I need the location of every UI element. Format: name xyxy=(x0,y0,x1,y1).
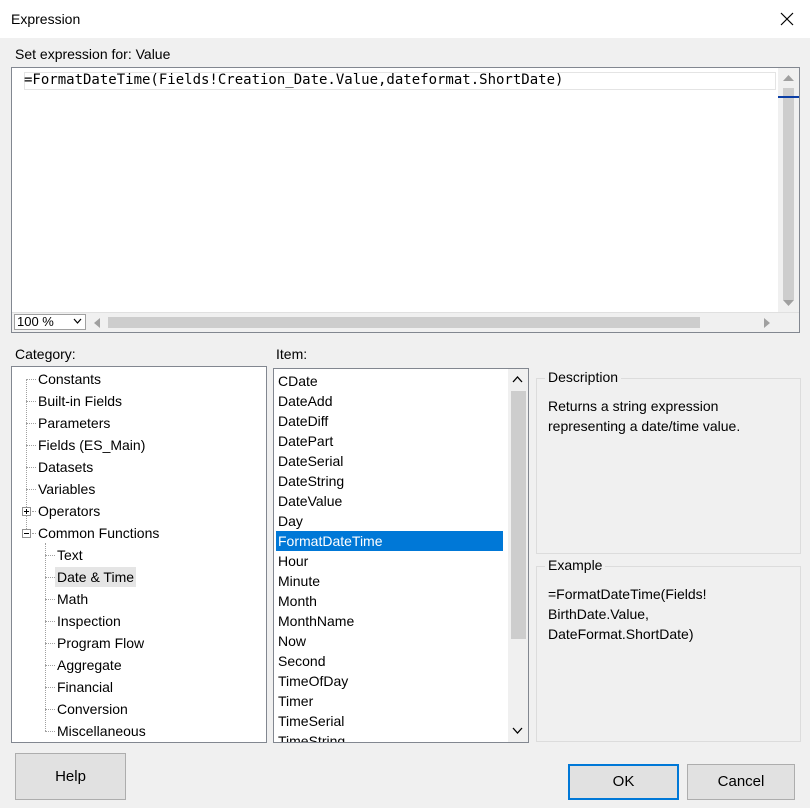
list-item[interactable]: DateAdd xyxy=(276,391,503,411)
editor-position-marker xyxy=(778,96,799,98)
tree-item-financial[interactable]: Financial xyxy=(57,677,113,697)
editor-vertical-thumb[interactable] xyxy=(783,88,794,300)
tree-item-common-functions[interactable]: Common Functions xyxy=(38,523,159,543)
zoom-select[interactable]: 100 % xyxy=(14,314,86,330)
chevron-down-icon xyxy=(73,318,82,324)
scroll-left-icon[interactable] xyxy=(93,318,100,328)
tree-item-variables[interactable]: Variables xyxy=(38,479,95,499)
list-item[interactable]: Month xyxy=(276,591,503,611)
list-item[interactable]: Timer xyxy=(276,691,503,711)
expression-editor[interactable]: =FormatDateTime(Fields!Creation_Date.Val… xyxy=(11,67,800,333)
list-item[interactable]: TimeOfDay xyxy=(276,671,503,691)
tree-item-text[interactable]: Text xyxy=(57,545,83,565)
editor-bottom-bar: 100 % xyxy=(12,312,799,332)
cancel-button[interactable]: Cancel xyxy=(687,764,795,800)
example-line: DateFormat.ShortDate) xyxy=(548,626,694,642)
list-item[interactable]: TimeSerial xyxy=(276,711,503,731)
list-item[interactable]: Minute xyxy=(276,571,503,591)
tree-item-fields[interactable]: Fields (ES_Main) xyxy=(38,435,145,455)
editor-vertical-scrollbar[interactable] xyxy=(778,68,799,314)
list-item[interactable]: Hour xyxy=(276,551,503,571)
list-item[interactable]: DatePart xyxy=(276,431,503,451)
tree-item-parameters[interactable]: Parameters xyxy=(38,413,110,433)
list-item[interactable]: DateString xyxy=(276,471,503,491)
tree-item-built-in-fields[interactable]: Built-in Fields xyxy=(38,391,122,411)
close-button[interactable] xyxy=(764,0,810,38)
tree-item-date-time[interactable]: Date & Time xyxy=(55,567,137,587)
list-item-selected[interactable]: FormatDateTime xyxy=(276,531,503,551)
window-title: Expression xyxy=(11,11,81,27)
collapse-common-functions-icon[interactable] xyxy=(22,529,31,538)
list-item[interactable]: DateSerial xyxy=(276,451,503,471)
close-icon xyxy=(780,12,794,26)
tree-item-conversion[interactable]: Conversion xyxy=(57,699,128,719)
list-item[interactable]: Day xyxy=(276,511,503,531)
ok-button[interactable]: OK xyxy=(568,764,679,800)
description-title: Description xyxy=(545,369,622,385)
category-tree[interactable]: Constants Built-in Fields Parameters Fie… xyxy=(11,366,267,743)
help-button[interactable]: Help xyxy=(15,753,126,800)
example-line: BirthDate.Value, xyxy=(548,606,649,622)
editor-horizontal-thumb[interactable] xyxy=(108,317,700,328)
list-item[interactable]: DateDiff xyxy=(276,411,503,431)
tree-item-program-flow[interactable]: Program Flow xyxy=(57,633,144,653)
title-bar: Expression xyxy=(0,0,810,38)
item-list-thumb[interactable] xyxy=(511,391,526,639)
list-item[interactable]: DateValue xyxy=(276,491,503,511)
tree-item-constants[interactable]: Constants xyxy=(38,369,101,389)
scroll-up-icon[interactable] xyxy=(783,74,794,82)
expression-label: Set expression for: Value xyxy=(15,46,171,62)
zoom-value: 100 % xyxy=(17,314,54,329)
tree-item-operators[interactable]: Operators xyxy=(38,501,100,521)
list-item[interactable]: MonthName xyxy=(276,611,503,631)
category-label: Category: xyxy=(15,346,76,362)
list-item[interactable]: CDate xyxy=(276,371,503,391)
expression-code[interactable]: =FormatDateTime(Fields!Creation_Date.Val… xyxy=(24,72,563,88)
scroll-down-icon[interactable] xyxy=(783,299,794,307)
tree-item-miscellaneous[interactable]: Miscellaneous xyxy=(57,721,146,741)
tree-item-math[interactable]: Math xyxy=(57,589,88,609)
list-item[interactable]: Now xyxy=(276,631,503,651)
item-label: Item: xyxy=(276,346,308,362)
item-list-scrollbar[interactable] xyxy=(508,369,528,742)
scroll-right-icon[interactable] xyxy=(764,318,771,328)
item-list[interactable]: CDate DateAdd DateDiff DatePart DateSeri… xyxy=(273,368,529,743)
description-group: Description Returns a string expression … xyxy=(536,369,801,554)
example-line: =FormatDateTime(Fields! xyxy=(548,586,707,602)
list-item[interactable]: TimeString xyxy=(276,731,503,742)
expand-operators-icon[interactable] xyxy=(22,507,31,516)
example-title: Example xyxy=(545,557,606,573)
example-group: Example =FormatDateTime(Fields! BirthDat… xyxy=(536,557,801,742)
tree-item-datasets[interactable]: Datasets xyxy=(38,457,93,477)
scroll-up-icon[interactable] xyxy=(512,375,523,383)
description-line: Returns a string expression xyxy=(548,398,719,414)
description-line: representing a date/time value. xyxy=(548,418,741,434)
tree-item-aggregate[interactable]: Aggregate xyxy=(57,655,122,675)
scroll-down-icon[interactable] xyxy=(512,727,523,735)
tree-item-inspection[interactable]: Inspection xyxy=(57,611,121,631)
list-item[interactable]: Second xyxy=(276,651,503,671)
